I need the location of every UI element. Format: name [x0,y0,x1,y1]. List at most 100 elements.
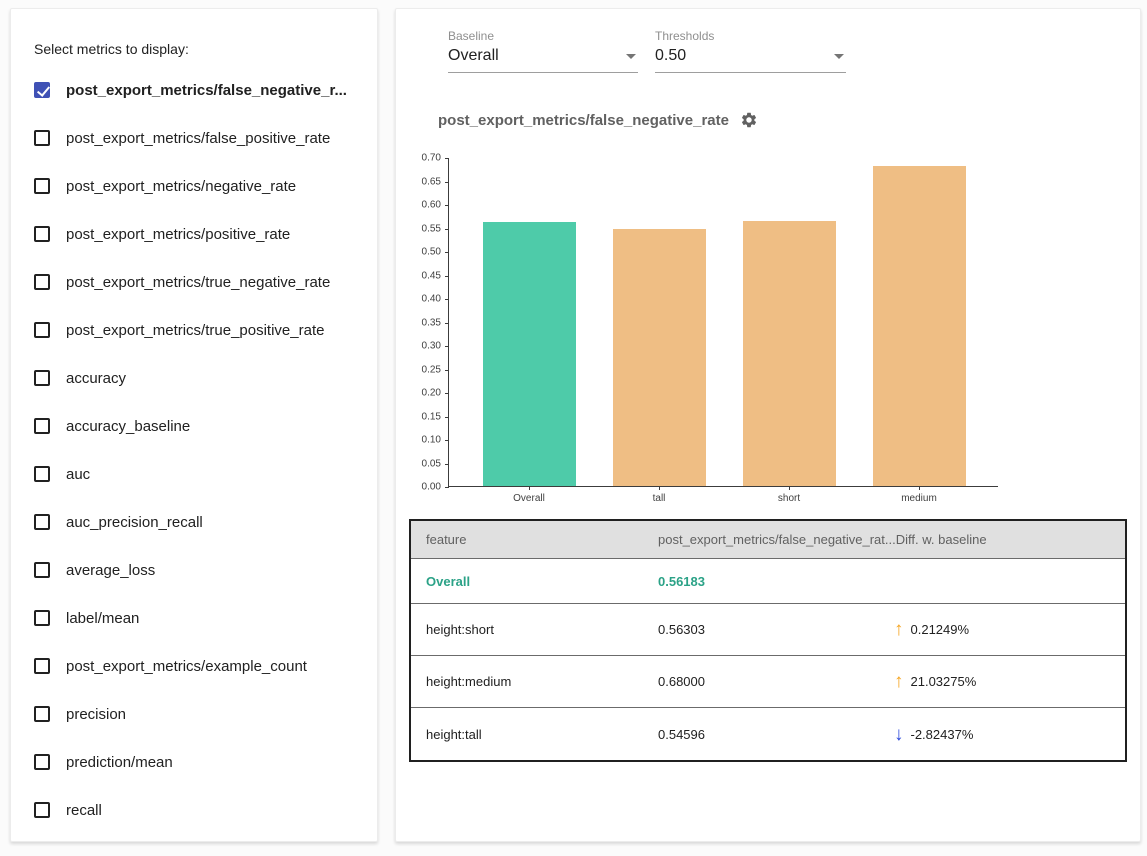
y-axis-tick-mark [445,370,449,371]
y-axis-tick-mark [445,346,449,347]
chart-title: post_export_metrics/false_negative_rate [438,112,729,129]
y-axis-tick-mark [445,205,449,206]
metric-list-item[interactable]: post_export_metrics/positive_rate [34,210,369,258]
bar-tall[interactable] [613,229,706,486]
table-cell-diff: ↓ -2.82437% [894,725,1125,744]
checkbox-unchecked-icon[interactable] [34,322,50,338]
x-axis-tick-mark [919,486,920,490]
y-axis-tick-label: 0.20 [422,388,441,399]
metric-list-item[interactable]: prediction/mean [34,738,369,786]
checkbox-unchecked-icon[interactable] [34,466,50,482]
metric-list-item[interactable]: post_export_metrics/example_count [34,642,369,690]
metric-list-item[interactable]: post_export_metrics/negative_rate [34,162,369,210]
metric-list-item[interactable]: post_export_metrics/true_positive_rate [34,306,369,354]
chevron-down-icon [834,54,844,59]
checkbox-unchecked-icon[interactable] [34,610,50,626]
y-axis-tick-mark [445,276,449,277]
table-row: height:medium0.68000↑21.03275% [411,656,1125,708]
metrics-table: feature post_export_metrics/false_negati… [409,519,1127,762]
metric-label: auc_precision_recall [66,514,203,531]
table-cell-value: 0.54596 [658,727,894,742]
checkbox-unchecked-icon[interactable] [34,274,50,290]
metric-list-item[interactable]: average_loss [34,546,369,594]
x-axis-tick-label: Overall [513,493,545,504]
metric-list-item[interactable]: recall [34,786,369,834]
y-axis-tick-mark [445,252,449,253]
y-axis-tick-mark [445,487,449,488]
y-axis-tick-mark [445,323,449,324]
table-header-feature: feature [411,532,658,547]
y-axis-tick-label: 0.40 [422,294,441,305]
metric-selector-panel: Select metrics to display: post_export_m… [10,8,378,842]
checkbox-unchecked-icon[interactable] [34,754,50,770]
y-axis-tick-mark [445,158,449,159]
metric-label: post_export_metrics/example_count [66,658,307,675]
x-axis-tick-mark [789,486,790,490]
y-axis-tick-mark [445,182,449,183]
metric-list-item[interactable]: label/mean [34,594,369,642]
checkbox-unchecked-icon[interactable] [34,706,50,722]
y-axis-tick-label: 0.70 [422,153,441,164]
checkbox-unchecked-icon[interactable] [34,178,50,194]
metric-list-item[interactable]: post_export_metrics/true_negative_rate [34,258,369,306]
y-axis-tick-label: 0.00 [422,482,441,493]
bar-medium[interactable] [873,166,966,486]
y-axis-tick-label: 0.35 [422,317,441,328]
thresholds-select[interactable]: Thresholds 0.50 [655,29,846,73]
metric-label: post_export_metrics/false_negative_r... [66,82,347,99]
checkbox-unchecked-icon[interactable] [34,802,50,818]
y-axis-tick-mark [445,417,449,418]
table-row: height:short0.56303↑0.21249% [411,604,1125,656]
y-axis-tick-label: 0.30 [422,341,441,352]
table-cell-feature: height:short [411,622,658,637]
metric-list-item[interactable]: auc_precision_recall [34,498,369,546]
metric-list-item[interactable]: post_export_metrics/false_negative_r... [34,66,369,114]
metric-list-item[interactable]: accuracy_baseline [34,402,369,450]
results-panel: Baseline Overall Thresholds 0.50 post_ex… [395,8,1141,842]
table-cell-value: 0.56183 [658,574,894,589]
y-axis-tick-label: 0.50 [422,247,441,258]
up-arrow-icon: ↑ [894,620,904,639]
metric-list-item[interactable]: post_export_metrics/false_positive_rate [34,114,369,162]
gear-icon[interactable] [740,111,758,129]
checkbox-unchecked-icon[interactable] [34,370,50,386]
metric-label: accuracy_baseline [66,418,190,435]
table-row: Overall0.56183 [411,559,1125,604]
checkbox-checked-icon[interactable] [34,82,50,98]
metric-label: prediction/mean [66,754,173,771]
table-row: height:tall0.54596↓-2.82437% [411,708,1125,760]
y-axis-tick-label: 0.65 [422,176,441,187]
y-axis-tick-label: 0.15 [422,411,441,422]
checkbox-unchecked-icon[interactable] [34,562,50,578]
checkbox-unchecked-icon[interactable] [34,514,50,530]
metric-list-item[interactable]: accuracy [34,354,369,402]
x-axis-tick-mark [529,486,530,490]
bar-short[interactable] [743,221,836,486]
diff-percentage: 21.03275% [911,674,977,689]
bar-overall[interactable] [483,222,576,486]
y-axis-tick-label: 0.05 [422,458,441,469]
down-arrow-icon: ↓ [894,725,904,744]
checkbox-unchecked-icon[interactable] [34,130,50,146]
baseline-select-label: Baseline [448,29,638,43]
checkbox-unchecked-icon[interactable] [34,418,50,434]
metric-label: precision [66,706,126,723]
baseline-select-value: Overall [448,47,499,65]
x-axis-tick-label: medium [901,493,937,504]
table-cell-feature: Overall [411,574,658,589]
checkbox-unchecked-icon[interactable] [34,226,50,242]
checkbox-unchecked-icon[interactable] [34,658,50,674]
y-axis-tick-mark [445,440,449,441]
y-axis-tick-label: 0.45 [422,270,441,281]
baseline-select[interactable]: Baseline Overall [448,29,638,73]
thresholds-select-label: Thresholds [655,29,846,43]
metric-selector-title: Select metrics to display: [34,41,189,57]
metric-list-item[interactable]: auc [34,450,369,498]
diff-percentage: -2.82437% [911,727,974,742]
table-cell-value: 0.56303 [658,622,894,637]
y-axis-tick-mark [445,299,449,300]
metric-label: average_loss [66,562,155,579]
metric-label: auc [66,466,90,483]
metric-list: post_export_metrics/false_negative_r...p… [34,66,369,834]
metric-list-item[interactable]: precision [34,690,369,738]
